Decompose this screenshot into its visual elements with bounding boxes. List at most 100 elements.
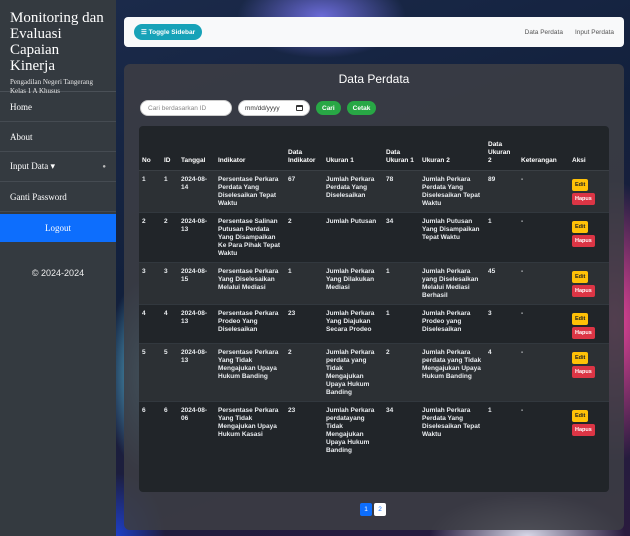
cell-data-indikator: 2 bbox=[285, 211, 323, 262]
cell-aksi: Edit Hapus bbox=[569, 342, 609, 401]
cell-indikator: Persentase Perkara Yang Tidak Mengajukan… bbox=[215, 400, 285, 459]
table-row: 1 1 2024-08-14 Persentase Perkara Perdata Y… bbox=[139, 169, 609, 212]
brand: Monitoring dan Evaluasi Capaian Kinerja … bbox=[0, 0, 116, 95]
delete-button[interactable]: Hapus bbox=[572, 284, 595, 297]
cell-data-indikator: 2 bbox=[285, 342, 323, 401]
col-header-ukuran-1: Ukuran 1 bbox=[323, 126, 383, 171]
col-header-ukuran-2: Ukuran 2 bbox=[419, 126, 485, 171]
edit-button[interactable]: Edit bbox=[572, 351, 589, 364]
link-data-perdata[interactable]: Data Perdata bbox=[525, 29, 563, 36]
cell-data-indikator: 67 bbox=[285, 169, 323, 212]
page-1-button[interactable]: 1 bbox=[360, 503, 372, 516]
cell-tanggal: 2024-08-06 bbox=[178, 400, 215, 459]
cell-data-indikator: 1 bbox=[285, 261, 323, 304]
cell-ukuran1: Jumlah Putusan bbox=[323, 211, 383, 262]
cell-keterangan: - bbox=[518, 303, 569, 343]
cell-tanggal: 2024-08-13 bbox=[178, 211, 215, 262]
delete-button[interactable]: Hapus bbox=[572, 192, 595, 205]
app-title: Monitoring dan Evaluasi Capaian Kinerja bbox=[10, 10, 104, 74]
sidebar-item-input-data[interactable]: Input Data ▾ ● bbox=[0, 152, 116, 182]
cell-keterangan: - bbox=[518, 211, 569, 262]
cell-aksi: Edit Hapus bbox=[569, 169, 609, 212]
cell-data-ukuran2: 89 bbox=[485, 169, 518, 212]
cell-keterangan: - bbox=[518, 342, 569, 401]
delete-button[interactable]: Hapus bbox=[572, 365, 595, 378]
cell-data-ukuran1: 78 bbox=[383, 169, 419, 212]
edit-button[interactable]: Edit bbox=[572, 409, 589, 422]
search-input[interactable]: Cari berdasarkan ID bbox=[140, 100, 232, 116]
cell-data-ukuran2: 3 bbox=[485, 303, 518, 343]
link-input-perdata[interactable]: Input Perdata bbox=[575, 29, 614, 36]
sidebar: Monitoring dan Evaluasi Capaian Kinerja … bbox=[0, 0, 116, 536]
page-2-button[interactable]: 2 bbox=[374, 503, 386, 516]
sidebar-item-ganti-password[interactable]: Ganti Password bbox=[0, 182, 116, 212]
cell-ukuran2: Jumlah Perkara yang Diselesaikan Melalui… bbox=[419, 261, 485, 304]
cell-data-ukuran2: 4 bbox=[485, 342, 518, 401]
sidebar-item-about[interactable]: About bbox=[0, 122, 116, 152]
col-header-tanggal: Tanggal bbox=[178, 126, 215, 171]
data-table-container: No ID Tanggal Indikator Data Indikator U… bbox=[139, 126, 609, 492]
data-table: No ID Tanggal Indikator Data Indikator U… bbox=[139, 126, 609, 459]
top-navbar: ☰ Toggle Sidebar Data Perdata Input Perd… bbox=[124, 17, 624, 47]
cell-id: 5 bbox=[161, 342, 178, 401]
cell-tanggal: 2024-08-14 bbox=[178, 169, 215, 212]
logout-button[interactable]: Logout bbox=[0, 214, 116, 242]
cell-id: 3 bbox=[161, 261, 178, 304]
cell-data-ukuran1: 1 bbox=[383, 261, 419, 304]
cell-no: 3 bbox=[139, 261, 161, 304]
table-row: 4 4 2024-08-13 Persentase Perkara Prodeo Ya… bbox=[139, 303, 609, 343]
search-button[interactable]: Cari bbox=[316, 101, 341, 115]
col-header-data-indikator: Data Indikator bbox=[285, 126, 323, 171]
cell-id: 4 bbox=[161, 303, 178, 343]
cell-indikator: Persentase Salinan Putusan Perdata Yang … bbox=[215, 211, 285, 262]
edit-button[interactable]: Edit bbox=[572, 220, 589, 233]
delete-button[interactable]: Hapus bbox=[572, 326, 595, 339]
cell-keterangan: - bbox=[518, 261, 569, 304]
cell-tanggal: 2024-08-15 bbox=[178, 261, 215, 304]
edit-button[interactable]: Edit bbox=[572, 312, 589, 325]
cell-tanggal: 2024-08-13 bbox=[178, 342, 215, 401]
table-row: 2 2 2024-08-13 Persentase Salinan Putusan P… bbox=[139, 211, 609, 262]
delete-button[interactable]: Hapus bbox=[572, 423, 595, 436]
pagination: 1 2 bbox=[360, 503, 386, 516]
cell-indikator: Persentase Perkara Perdata Yang Diselesa… bbox=[215, 169, 285, 212]
cell-ukuran1: Jumlah Perkara Perdata Yang Diselesaikan bbox=[323, 169, 383, 212]
cell-id: 6 bbox=[161, 400, 178, 459]
sidebar-item-label: Input Data ▾ bbox=[10, 161, 56, 171]
date-input[interactable]: mm/dd/yyyy bbox=[238, 100, 310, 116]
col-header-id: ID bbox=[161, 126, 178, 171]
table-row: 6 6 2024-08-06 Persentase Perkara Yang Tida… bbox=[139, 400, 609, 459]
sidebar-item-home[interactable]: Home bbox=[0, 92, 116, 122]
table-row: 5 5 2024-08-13 Persentase Perkara Yang Tida… bbox=[139, 342, 609, 401]
cell-data-indikator: 23 bbox=[285, 400, 323, 459]
cell-data-ukuran1: 34 bbox=[383, 400, 419, 459]
cell-aksi: Edit Hapus bbox=[569, 261, 609, 304]
edit-button[interactable]: Edit bbox=[572, 270, 589, 283]
cell-aksi: Edit Hapus bbox=[569, 303, 609, 343]
cell-id: 2 bbox=[161, 211, 178, 262]
cell-ukuran2: Jumlah Perkara Prodeo yang Diselesaikan bbox=[419, 303, 485, 343]
cell-no: 6 bbox=[139, 400, 161, 459]
cell-no: 4 bbox=[139, 303, 161, 343]
delete-button[interactable]: Hapus bbox=[572, 234, 595, 247]
cell-keterangan: - bbox=[518, 169, 569, 212]
cell-ukuran2: Jumlah Perkara perdata yang Tidak Mengaj… bbox=[419, 342, 485, 401]
cell-indikator: Persentase Perkara Yang Tidak Mengajukan… bbox=[215, 342, 285, 401]
edit-button[interactable]: Edit bbox=[572, 178, 589, 191]
table-row: 3 3 2024-08-15 Persentase Perkara Yang Dise… bbox=[139, 261, 609, 304]
col-header-data-ukuran-1: Data Ukuran 1 bbox=[383, 126, 419, 171]
cell-data-ukuran2: 1 bbox=[485, 400, 518, 459]
main-panel: Data Perdata Cari berdasarkan ID mm/dd/y… bbox=[124, 64, 624, 530]
print-button[interactable]: Cetak bbox=[346, 101, 377, 115]
copyright: © 2024-2024 bbox=[31, 268, 85, 278]
cell-indikator: Persentase Perkara Yang Diselesaikan Mel… bbox=[215, 261, 285, 304]
sidebar-item-label: Ganti Password bbox=[10, 191, 67, 202]
cell-ukuran2: Jumlah Perkara Perdata Yang Diselesaikan… bbox=[419, 169, 485, 212]
cell-id: 1 bbox=[161, 169, 178, 212]
calendar-icon[interactable] bbox=[296, 105, 303, 111]
cell-ukuran1: Jumlah Perkara Yang Diajukan Secara Prod… bbox=[323, 303, 383, 343]
toggle-sidebar-button[interactable]: ☰ Toggle Sidebar bbox=[134, 24, 203, 40]
cell-ukuran1: Jumlah Perkara Yang Dilakukan Mediasi bbox=[323, 261, 383, 304]
cell-no: 1 bbox=[139, 169, 161, 212]
top-links: Data Perdata Input Perdata bbox=[525, 29, 614, 36]
